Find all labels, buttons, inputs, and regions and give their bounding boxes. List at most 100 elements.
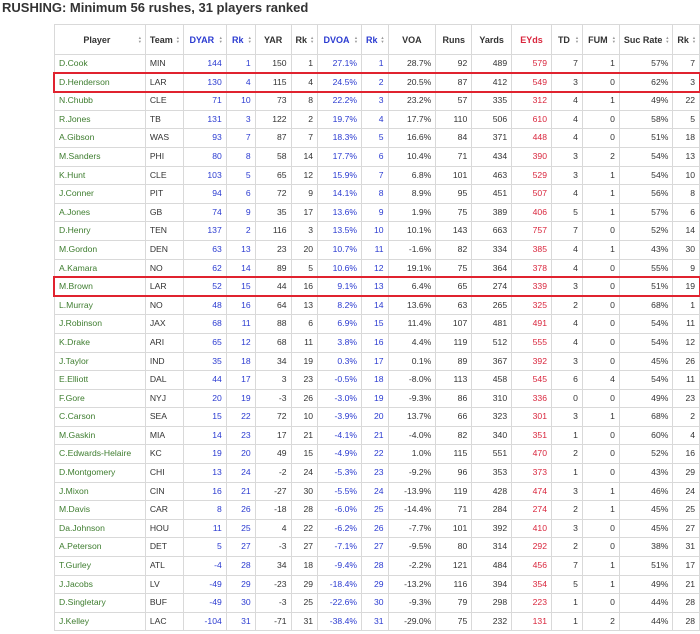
cell-td: 2 [550,537,583,558]
player-name-link[interactable]: A.Gibson [54,128,146,148]
sort-arrows-icon[interactable]: ▲ ▼ [612,35,616,44]
cell-voa: 6.4% [387,277,437,297]
column-header-voa[interactable]: VOA [387,24,437,55]
cell-success-rate-rank: 4 [672,425,700,446]
cell-voa: 13.6% [387,295,437,316]
player-name-link[interactable]: K.Hunt [54,165,146,186]
cell-yards: 232 [471,611,513,632]
cell-eyds: 274 [511,500,552,520]
player-name-link[interactable]: C.Carson [54,407,146,427]
player-name-link[interactable]: M.Gordon [54,239,146,260]
player-name-link[interactable]: A.Kamara [54,258,146,279]
player-name-link[interactable]: A.Jones [54,202,146,223]
cell-runs: 57 [435,91,473,111]
player-name-link[interactable]: A.Peterson [54,537,146,558]
player-name-link[interactable]: M.Gaskin [54,425,146,446]
player-name-link[interactable]: M.Brown [54,277,146,297]
cell-voa: -8.0% [387,370,437,390]
cell-team: CHI [144,463,184,483]
cell-team: DAL [144,370,184,390]
cell-dvoa-rank: 30 [361,593,389,613]
column-header-label: DVOA [323,34,350,45]
column-header-team[interactable]: Team ▲ ▼ [144,24,184,55]
player-name-link[interactable]: E.Elliott [54,370,146,390]
cell-voa: 6.8% [387,165,437,186]
player-name-link[interactable]: J.Kelley [54,611,146,632]
cell-success-rate-rank: 6 [672,202,700,223]
cell-team: NYJ [144,388,184,409]
column-header-success-rate-rank[interactable]: Rk ▲ ▼ [672,24,700,55]
player-name-link[interactable]: J.Robinson [54,314,146,334]
player-name-link[interactable]: D.Singletary [54,593,146,613]
column-header-success-rate[interactable]: Suc Rate ▲ ▼ [618,24,674,55]
player-name-link[interactable]: M.Sanders [54,146,146,167]
cell-success-rate: 54% [618,332,674,353]
column-header-dvoa-rank[interactable]: Rk ▲ ▼ [361,24,389,55]
cell-dyar: 71 [182,91,227,111]
player-name-link[interactable]: J.Taylor [54,351,146,372]
column-header-player[interactable]: Player ▲ ▼ [54,24,146,55]
column-header-yards[interactable]: Yards [471,24,513,55]
player-name-link[interactable]: D.Henderson [54,72,146,93]
cell-yards: 458 [471,370,513,390]
player-name-link[interactable]: C.Edwards-Helaire [54,444,146,465]
column-header-dyar[interactable]: DYAR ▲ ▼ [182,24,227,55]
cell-team: CAR [144,500,184,520]
cell-dyar: 48 [182,295,227,316]
player-name-link[interactable]: D.Henry [54,221,146,241]
player-name-link[interactable]: J.Mixon [54,481,146,502]
sort-arrows-icon[interactable]: ▲ ▼ [176,35,180,44]
column-header-td[interactable]: TD ▲ ▼ [550,24,583,55]
column-header-runs[interactable]: Runs [435,24,473,55]
sort-arrows-icon[interactable]: ▲ ▼ [665,35,669,44]
cell-yar-rank: 7 [290,128,319,148]
cell-eyds: 410 [511,518,552,539]
player-name-link[interactable]: Da.Johnson [54,518,146,539]
sort-arrows-icon[interactable]: ▲ ▼ [138,35,142,44]
cell-dyar-rank: 5 [225,165,256,186]
cell-yar-rank: 12 [290,165,319,186]
cell-td: 0 [550,388,583,409]
cell-td: 7 [550,54,583,74]
sort-arrows-icon[interactable]: ▲ ▼ [219,35,223,44]
player-name-link[interactable]: F.Gore [54,388,146,409]
cell-yards: 392 [471,518,513,539]
cell-td: 1 [550,463,583,483]
cell-yar: 49 [254,444,292,465]
cell-success-rate-rank: 3 [672,72,700,93]
cell-dyar: 103 [182,165,227,186]
player-name-link[interactable]: N.Chubb [54,91,146,111]
player-name-link[interactable]: D.Montgomery [54,463,146,483]
sort-arrows-icon[interactable]: ▲ ▼ [381,35,385,44]
sort-arrows-icon[interactable]: ▲ ▼ [310,35,314,44]
column-header-dvoa[interactable]: DVOA ▲ ▼ [317,24,362,55]
column-header-eyds[interactable]: EYds [511,24,552,55]
player-name-link[interactable]: L.Murray [54,295,146,316]
sort-arrows-icon[interactable]: ▲ ▼ [248,35,252,44]
sort-arrows-icon[interactable]: ▲ ▼ [354,35,358,44]
column-header-dyar-rank[interactable]: Rk ▲ ▼ [225,24,256,55]
player-name-link[interactable]: T.Gurley [54,556,146,576]
player-name-link[interactable]: D.Cook [54,54,146,74]
column-header-fum[interactable]: FUM ▲ ▼ [581,24,620,55]
player-name-link[interactable]: M.Davis [54,500,146,520]
column-header-yar-rank[interactable]: Rk ▲ ▼ [290,24,319,55]
sort-arrows-icon[interactable]: ▲ ▼ [692,35,696,44]
cell-success-rate: 58% [618,109,674,130]
sort-arrows-icon[interactable]: ▲ ▼ [575,35,579,44]
player-name-link[interactable]: J.Conner [54,184,146,204]
column-header-yar[interactable]: YAR [254,24,292,55]
cell-dvoa: 10.6% [317,258,362,279]
cell-voa: 17.7% [387,109,437,130]
cell-eyds: 292 [511,537,552,558]
player-name-link[interactable]: K.Drake [54,332,146,353]
cell-success-rate: 57% [618,202,674,223]
player-name-link[interactable]: J.Jacobs [54,574,146,595]
cell-voa: 23.2% [387,91,437,111]
cell-fum: 4 [581,370,620,390]
cell-dvoa-rank: 19 [361,388,389,409]
cell-runs: 116 [435,574,473,595]
cell-yards: 428 [471,481,513,502]
player-name-link[interactable]: R.Jones [54,109,146,130]
column-header-label: Rk [366,34,378,45]
